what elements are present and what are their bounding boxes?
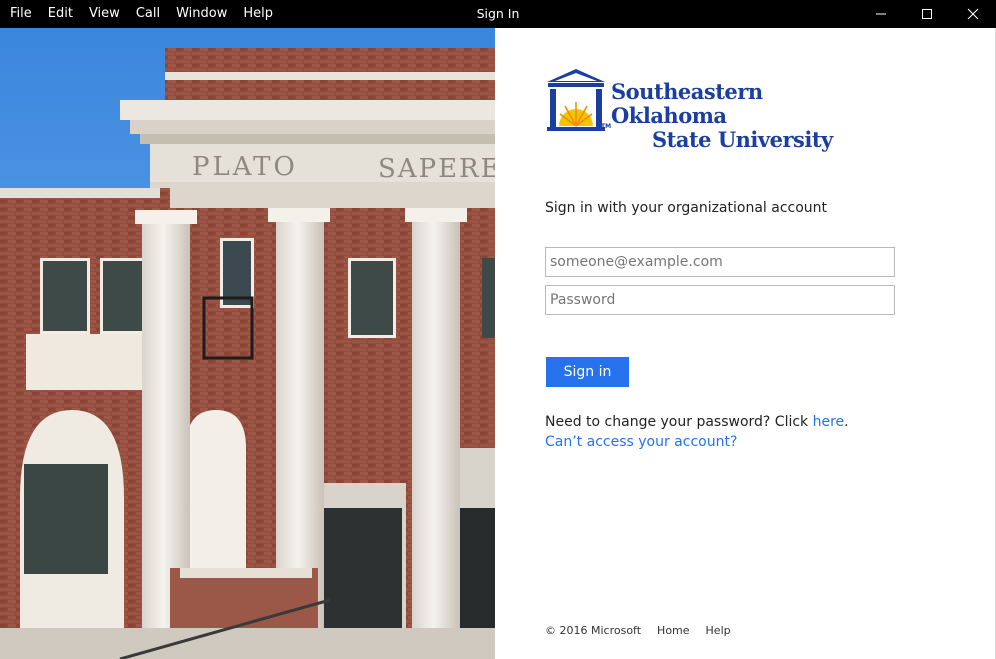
- title-bar: File Edit View Call Window Help Sign In: [0, 0, 996, 28]
- university-name-line1: Southeastern Oklahoma: [611, 79, 763, 128]
- sign-in-panel: Southeastern Oklahoma State University T…: [495, 28, 996, 659]
- university-name: Southeastern Oklahoma State University: [611, 80, 875, 152]
- menu-window[interactable]: Window: [168, 0, 235, 28]
- close-icon: [967, 8, 979, 20]
- inscription-right: SAPERE: [378, 154, 495, 184]
- menu-bar: File Edit View Call Window Help: [0, 0, 281, 28]
- menu-help[interactable]: Help: [235, 0, 281, 28]
- maximize-button[interactable]: [904, 0, 950, 28]
- menu-edit[interactable]: Edit: [40, 0, 81, 28]
- maximize-icon: [922, 9, 932, 19]
- university-emblem-icon: [547, 69, 605, 131]
- password-field[interactable]: [545, 285, 895, 315]
- sign-in-instructions: Sign in with your organizational account: [545, 200, 828, 216]
- footer: © 2016 Microsoft Home Help: [545, 624, 747, 637]
- copyright-text: © 2016 Microsoft: [545, 624, 642, 637]
- menu-view[interactable]: View: [81, 0, 128, 28]
- change-password-suffix: .: [844, 414, 849, 430]
- trademark-mark: TM: [601, 123, 612, 130]
- change-password-prompt: Need to change your password? Click: [545, 414, 813, 430]
- campus-building-photo: PLATO SAPERE: [0, 28, 495, 659]
- building-illustration: PLATO SAPERE: [0, 28, 495, 659]
- menu-file[interactable]: File: [2, 0, 40, 28]
- change-password-text: Need to change your password? Click here…: [545, 414, 849, 430]
- university-name-line2: State University: [652, 127, 833, 152]
- change-password-link[interactable]: here: [813, 414, 845, 430]
- window-controls: [858, 0, 996, 28]
- menu-call[interactable]: Call: [128, 0, 168, 28]
- footer-help-link[interactable]: Help: [706, 624, 731, 637]
- minimize-button[interactable]: [858, 0, 904, 28]
- footer-home-link[interactable]: Home: [657, 624, 689, 637]
- cant-access-account-link[interactable]: Can’t access your account?: [545, 434, 737, 450]
- email-field[interactable]: [545, 247, 895, 277]
- minimize-icon: [876, 13, 886, 15]
- sign-in-button[interactable]: Sign in: [546, 357, 629, 387]
- close-button[interactable]: [950, 0, 996, 28]
- university-logo: Southeastern Oklahoma State University T…: [545, 68, 875, 152]
- inscription-left: PLATO: [192, 152, 298, 182]
